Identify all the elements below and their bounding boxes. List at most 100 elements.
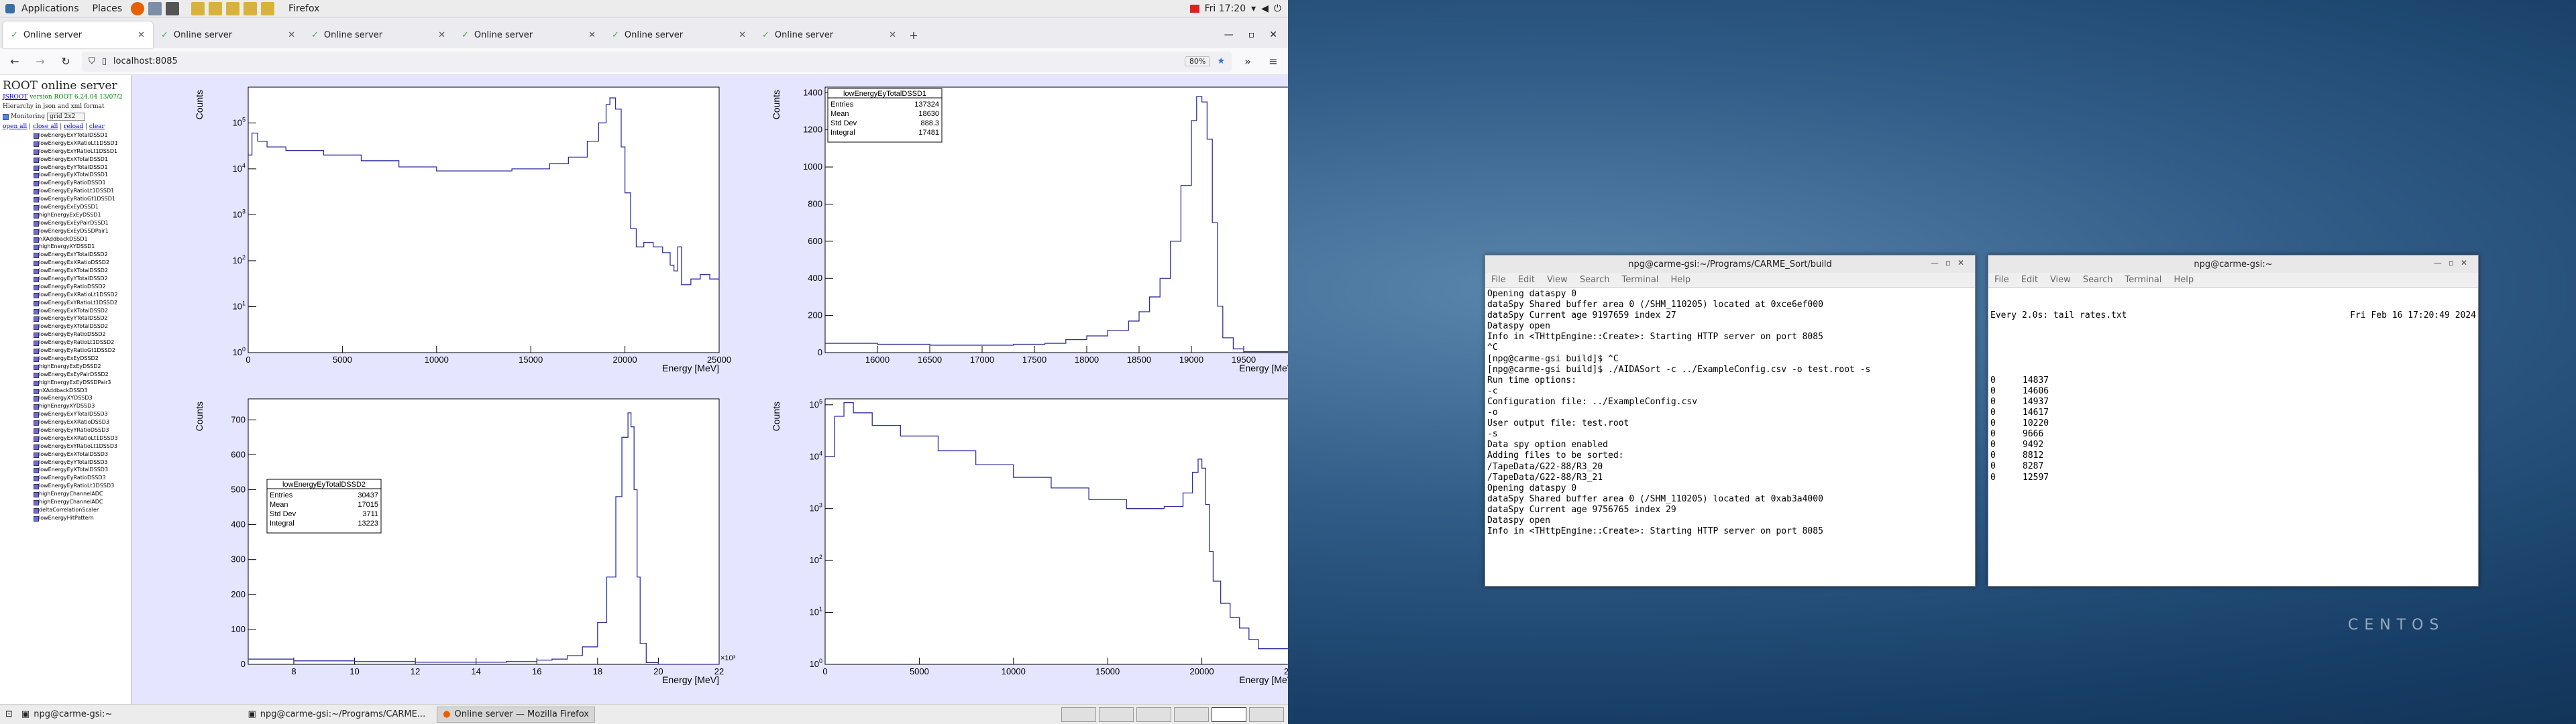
launcher-icon-1[interactable] bbox=[191, 1, 205, 15]
workspace-5[interactable] bbox=[1212, 707, 1246, 722]
tree-item[interactable]: lowEnergyExXRatioLt1DSSD3 bbox=[0, 434, 131, 442]
open-all-link[interactable]: open all bbox=[3, 123, 27, 130]
tree-item[interactable]: lowEnergyEyYTotalDSSD1 bbox=[0, 164, 131, 172]
tree-item[interactable]: lowEnergyEyRatioDSSD3 bbox=[0, 474, 131, 482]
terminal-output[interactable]: Every 2.0s: tail rates.txt Fri Feb 16 17:… bbox=[1988, 288, 2478, 583]
histogram-pad3[interactable]: 8 10 12 14 16 18 20 220100200300400500600700Ene… bbox=[188, 387, 738, 695]
close-tab-icon[interactable]: ✕ bbox=[138, 30, 145, 40]
tree-item[interactable]: highEnergyXYDSSD3 bbox=[0, 402, 131, 410]
tree-item[interactable]: lowEnergyExEyPairDSSD1 bbox=[0, 219, 131, 227]
tree-item[interactable]: deltaCorrelationScaler bbox=[0, 506, 131, 514]
tree-item[interactable]: lowEnergyEyYTotalDSSD2 bbox=[0, 314, 131, 322]
histogram-pad2[interactable]: 16000 16500 17000 17500 18000 18500 19000 19500… bbox=[765, 75, 1288, 383]
tree-item[interactable]: lowEnergyEyRatioDSSD2 bbox=[0, 283, 131, 291]
tree-item[interactable]: lowEnergyExEyDSSDPair1 bbox=[0, 227, 131, 235]
overflow-icon[interactable]: » bbox=[1238, 52, 1257, 71]
network-icon[interactable]: ▾ bbox=[1251, 3, 1256, 14]
browser-tab[interactable]: ✓ Online server ✕ bbox=[153, 21, 303, 48]
terminal-menu-item[interactable]: Help bbox=[2167, 275, 2200, 285]
places-menu[interactable]: Places bbox=[86, 3, 129, 14]
workspace-4[interactable] bbox=[1174, 707, 1209, 722]
terminal-launcher-icon[interactable] bbox=[166, 1, 180, 15]
applications-menu[interactable]: Applications bbox=[15, 3, 86, 14]
tree-item[interactable]: lowEnergyExYRatioLt1DSSD2 bbox=[0, 299, 131, 307]
launcher-icon-3[interactable] bbox=[226, 1, 240, 15]
applications-icon[interactable] bbox=[5, 3, 15, 13]
tree-item[interactable]: highEnergyExEyDSSD2 bbox=[0, 363, 131, 371]
close-tab-icon[interactable]: ✕ bbox=[889, 30, 896, 40]
reload-link[interactable]: reload bbox=[64, 123, 83, 130]
monitoring-checkbox[interactable] bbox=[3, 113, 9, 120]
tree-item[interactable]: lowEnergyEyXTotalDSSD2 bbox=[0, 322, 131, 330]
browser-tab[interactable]: ✓ Online server ✕ bbox=[604, 21, 754, 48]
clear-link[interactable]: clear bbox=[89, 123, 105, 130]
firefox-launcher-icon[interactable] bbox=[131, 1, 145, 15]
close-window-icon[interactable]: ✕ bbox=[1269, 29, 1277, 40]
clock[interactable]: Fri 17:20 bbox=[1205, 3, 1246, 14]
tree-item[interactable]: highEnergyXYDSSD1 bbox=[0, 243, 131, 251]
power-icon[interactable]: ⏻ bbox=[1274, 3, 1281, 14]
forward-icon[interactable]: → bbox=[31, 52, 50, 71]
terminal-menu-item[interactable]: Edit bbox=[2015, 275, 2044, 285]
terminal-menu-item[interactable]: Terminal bbox=[1615, 275, 1664, 285]
tree-item[interactable]: lowEnergyExYTotalDSSD2 bbox=[0, 251, 131, 259]
browser-tab[interactable]: ✓ Online server ✕ bbox=[3, 21, 153, 48]
histogram-pad4[interactable]: 0 5000 10000 15000 20000 25000100101102103104… bbox=[765, 387, 1288, 695]
tree-item[interactable]: highEnergyChannelADC bbox=[0, 498, 131, 506]
close-tab-icon[interactable]: ✕ bbox=[739, 30, 746, 40]
tree-item[interactable]: lowEnergyExXRatioLt1DSSD1 bbox=[0, 139, 131, 147]
jsroot-link[interactable]: JSROOT bbox=[3, 94, 28, 101]
layout-select[interactable]: grid 2x2 bbox=[47, 113, 86, 121]
terminal-menu-item[interactable]: Terminal bbox=[2118, 275, 2167, 285]
terminal-menu-item[interactable]: Edit bbox=[1512, 275, 1541, 285]
workspace-3[interactable] bbox=[1136, 707, 1171, 722]
tree-item[interactable]: lowEnergyEyRatioLt1DSSD3 bbox=[0, 482, 131, 490]
browser-tab[interactable]: ✓ Online server ✕ bbox=[303, 21, 453, 48]
tree-item[interactable]: highEnergyExEyDSSDPair3 bbox=[0, 379, 131, 387]
tree-item[interactable]: lowEnergyEyYTotalDSSD3 bbox=[0, 459, 131, 467]
tree-item[interactable]: lowEnergyEyXTotalDSSD3 bbox=[0, 466, 131, 474]
minimize-icon[interactable]: — bbox=[1224, 29, 1234, 40]
zoom-indicator[interactable]: 80% bbox=[1184, 56, 1211, 66]
stats-box[interactable]: lowEnergyEyTotalDSSD1 Entries 137324 Mean 18… bbox=[827, 88, 943, 143]
window-buttons[interactable]: —▫✕ bbox=[1931, 258, 1971, 267]
window-buttons[interactable]: —▫✕ bbox=[2434, 258, 2474, 267]
tree-item[interactable]: lowEnergyExXTotalDSSD2 bbox=[0, 307, 131, 315]
terminal-menu-item[interactable]: View bbox=[1541, 275, 1574, 285]
close-all-link[interactable]: close all bbox=[33, 123, 58, 130]
reload-icon[interactable]: ↻ bbox=[56, 52, 75, 71]
volume-icon[interactable]: ◀ bbox=[1261, 3, 1269, 14]
workspace-6[interactable] bbox=[1249, 707, 1284, 722]
hamburger-menu-icon[interactable]: ≡ bbox=[1264, 52, 1283, 71]
tree-item[interactable]: lowEnergyEyRatioDSSD2 bbox=[0, 330, 131, 339]
close-tab-icon[interactable]: ✕ bbox=[288, 30, 295, 40]
tree-item[interactable]: lowEnergyExEyPairDSSD2 bbox=[0, 371, 131, 379]
terminal-menu-item[interactable]: File bbox=[1988, 275, 2015, 285]
flag-icon[interactable] bbox=[1189, 4, 1199, 13]
terminal-output[interactable]: Opening dataspy 0 dataSpy Shared buffer a… bbox=[1485, 288, 1975, 583]
tree-item[interactable]: lowEnergyExYTotalDSSD3 bbox=[0, 410, 131, 418]
tree-item[interactable]: lowEnergyExXRatioLt1DSSD2 bbox=[0, 291, 131, 299]
page-icon[interactable]: ▯ bbox=[102, 56, 107, 66]
terminal-menu-item[interactable]: Help bbox=[1664, 275, 1697, 285]
workspace-1[interactable] bbox=[1061, 707, 1096, 722]
close-tab-icon[interactable]: ✕ bbox=[588, 30, 596, 40]
tree-item[interactable]: lowEnergyExXTotalDSSD2 bbox=[0, 267, 131, 275]
tree-item[interactable]: nXAddbackDSSD1 bbox=[0, 235, 131, 243]
tree-item[interactable]: lowEnergyEyRatioLt1DSSD1 bbox=[0, 187, 131, 195]
launcher-icon-5[interactable] bbox=[261, 1, 275, 15]
tree-item[interactable]: lowEnergyEyRatioDSSD1 bbox=[0, 179, 131, 187]
launcher-icon-2[interactable] bbox=[209, 1, 223, 15]
tree-item[interactable]: lowEnergyExEyDSSD2 bbox=[0, 355, 131, 363]
launcher-icon-4[interactable] bbox=[244, 1, 258, 15]
tree-item[interactable]: highEnergyExEyDSSD1 bbox=[0, 211, 131, 219]
new-tab-icon[interactable]: + bbox=[904, 25, 923, 44]
tree-item[interactable]: lowEnergyEyRatioGt1DSSD1 bbox=[0, 195, 131, 203]
histogram-pad1[interactable]: 0 5000 10000 15000 20000 25000100101102103104… bbox=[188, 75, 738, 383]
files-launcher-icon[interactable] bbox=[148, 1, 162, 15]
tree-item[interactable]: lowEnergyEyXTotalDSSD1 bbox=[0, 171, 131, 179]
url-bar[interactable]: ⛉ ▯ localhost:8085 80% ★ bbox=[82, 51, 1232, 72]
tree-item[interactable]: highEnergyChannelADC bbox=[0, 490, 131, 498]
back-icon[interactable]: ← bbox=[5, 52, 24, 71]
terminal-menu-item[interactable]: View bbox=[2044, 275, 2077, 285]
